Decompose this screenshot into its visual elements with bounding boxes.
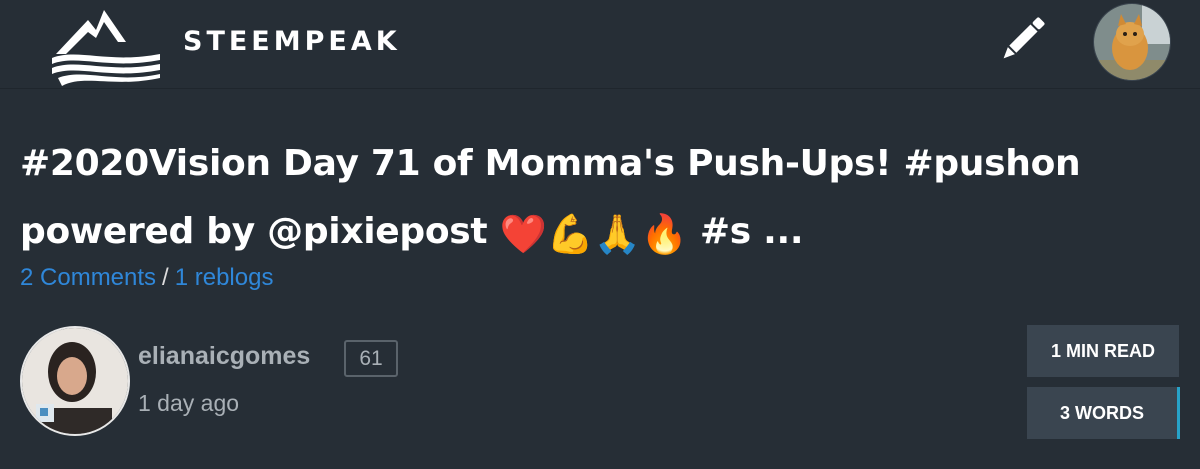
heart-emoji-icon: ❤️ <box>499 212 547 256</box>
top-nav-bar: STEEMPEAK <box>0 0 1200 89</box>
post-title-line-2: powered by @pixiepost ❤️💪🙏🔥 #s ... <box>20 198 1170 268</box>
reputation-badge: 61 <box>344 340 398 377</box>
reblogs-link[interactable]: 1 reblogs <box>175 264 274 291</box>
post-title[interactable]: #2020Vision Day 71 of Momma's Push-Ups! … <box>20 130 1170 268</box>
read-time-badge: 1 MIN READ <box>1027 325 1179 377</box>
author-photo <box>22 328 128 434</box>
separator: / <box>162 264 169 291</box>
flexed-biceps-emoji-icon: 💪 <box>546 212 594 256</box>
comments-link[interactable]: 2 Comments <box>20 264 156 291</box>
pencil-icon[interactable] <box>992 10 1052 70</box>
post-timestamp: 1 day ago <box>138 390 240 416</box>
word-count-badge: 3 WORDS <box>1027 387 1180 439</box>
author-name[interactable]: elianaicgomes <box>138 342 310 371</box>
author-avatar[interactable] <box>20 326 130 436</box>
brand-wordmark[interactable]: STEEMPEAK <box>183 26 401 57</box>
kitten-avatar-image <box>1094 4 1170 80</box>
folded-hands-emoji-icon: 🙏 <box>593 212 641 256</box>
steempeak-logo-icon[interactable] <box>48 2 164 88</box>
fire-emoji-icon: 🔥 <box>640 212 688 256</box>
post-engagement-links: 2 Comments/1 reblogs <box>20 264 273 292</box>
post-title-text: powered by @pixiepost <box>20 211 488 252</box>
user-avatar[interactable] <box>1093 3 1171 81</box>
post-title-line-1: #2020Vision Day 71 of Momma's Push-Ups! … <box>20 143 1081 184</box>
post-title-tail: #s ... <box>699 211 804 252</box>
